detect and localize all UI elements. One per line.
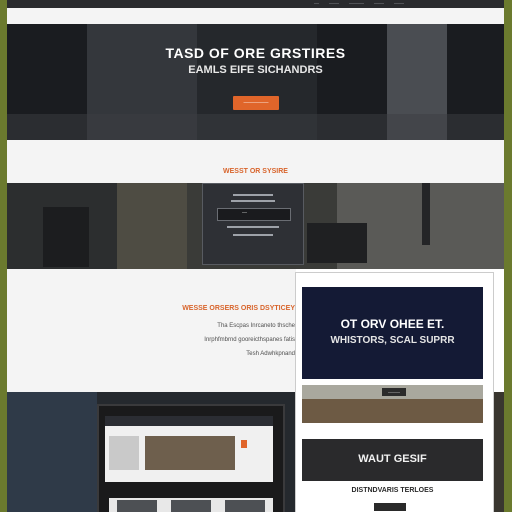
desk-photo-band: — [7,183,504,269]
mockup-card: OT ORV OHEE ET. WHISTORS, SCAL SUPRR ———… [295,272,494,512]
nav-link[interactable]: ——— [349,1,364,7]
card-photo-button[interactable]: ——— [382,388,406,396]
card-footer-text: DISTNDVARIS TERLOES [351,487,434,494]
content-heading: WESSE ORSERS ORIS DSYTICEY [182,305,295,312]
screen-search-bar[interactable]: — [217,208,291,221]
section-heading-strip: WESST OR SYSIRE [7,140,504,183]
text-line [233,194,273,196]
photo-area [117,183,187,269]
lamp-image [307,223,367,263]
card-photo: ——— [302,385,483,423]
hero-title: TASD OF ORE GRSTIRES [165,45,346,61]
thumbnail[interactable] [225,500,265,512]
card-dark-panel: WAUT GESIF [302,439,483,481]
laptop-screen-header [105,416,273,426]
card-banner: OT ORV OHEE ET. WHISTORS, SCAL SUPRR [302,287,483,379]
thumbnail[interactable] [171,500,211,512]
content-line: Tesh Adwhkpnand [246,351,295,357]
text-line [231,200,275,202]
header-strip [7,8,504,24]
content-line: Inrphfmbrnd gooreicthspanes fatis [204,337,295,343]
card-banner-subtitle: WHISTORS, SCAL SUPRR [330,335,455,346]
hero-section: TASD OF ORE GRSTIRES EAMLS EIFE SICHANDR… [7,24,504,140]
card-banner-title: OT ORV OHEE ET. [340,317,445,331]
laptop-screen-image [145,436,235,470]
hero-subtitle: EAMLS EIFE SICHANDRS [188,64,323,76]
cup-image [43,207,89,267]
laptop-screen [105,416,273,482]
nav-link[interactable]: —— [374,1,384,7]
content-line: Tha Escpas Inrcaneto thsche [217,323,295,329]
hero-cta-button[interactable]: ————— [233,96,279,110]
lamp-post-image [422,183,430,245]
text-line [233,234,273,236]
card-footer-button[interactable] [374,503,406,511]
top-navbar: — —— ——— —— —— [7,0,504,8]
laptop-screen-accent [241,440,247,448]
text-line [227,226,279,228]
nav-link[interactable]: —— [329,1,339,7]
laptop-screen-sidebar [109,436,139,470]
card-dark-title: WAUT GESIF [358,453,427,465]
monitor-screen: — [202,183,304,265]
photo-area [7,392,97,512]
screen-search-text: — [242,210,247,216]
nav-link[interactable]: — [314,1,319,7]
laptop-mockup [97,404,285,512]
thumbnail[interactable] [117,500,157,512]
nav-links: — —— ——— —— —— [314,0,404,8]
nav-link[interactable]: —— [394,1,404,7]
hero-background [7,114,504,140]
page-frame: — —— ——— —— —— TASD OF ORE GRSTIRES EAML… [7,0,504,512]
laptop-thumbnails [109,498,273,512]
section-label: WESST OR SYSIRE [223,168,288,175]
